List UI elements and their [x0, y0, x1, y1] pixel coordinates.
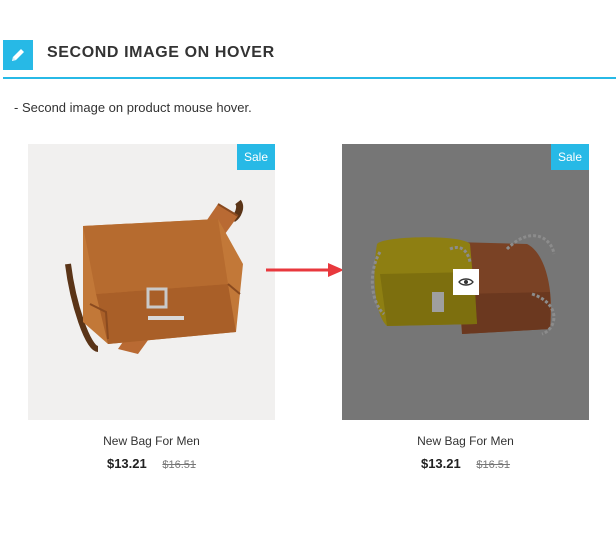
product-old-price: $16.51 [476, 459, 511, 471]
product-prices: $13.21 $16.51 [342, 456, 589, 471]
product-image[interactable]: Sale [28, 144, 275, 420]
product-prices: $13.21 $16.51 [28, 456, 275, 471]
pencil-icon [3, 40, 33, 70]
product-name[interactable]: New Bag For Men [28, 434, 275, 448]
product-card-hover[interactable]: Sale New Bag For Men $13.21 $16.51 [342, 144, 589, 471]
feature-description: - Second image on product mouse hover. [14, 100, 252, 115]
section-title: SECOND IMAGE ON HOVER [47, 44, 275, 61]
arrow-right-icon [266, 263, 344, 277]
sale-badge: Sale [237, 144, 275, 170]
quick-view-button[interactable] [453, 269, 479, 295]
header-divider [3, 77, 616, 79]
product-old-price: $16.51 [162, 459, 197, 471]
eye-icon [458, 278, 474, 286]
product-name[interactable]: New Bag For Men [342, 434, 589, 448]
section-header: SECOND IMAGE ON HOVER [0, 0, 616, 80]
product-card-default[interactable]: Sale New Bag For Men $13.21 $16.51 [28, 144, 275, 471]
product-price: $13.21 [106, 456, 147, 471]
sale-badge: Sale [551, 144, 589, 170]
product-image-hover[interactable]: Sale [342, 144, 589, 420]
product-price: $13.21 [420, 456, 461, 471]
brown-leather-bag-image [65, 199, 244, 354]
